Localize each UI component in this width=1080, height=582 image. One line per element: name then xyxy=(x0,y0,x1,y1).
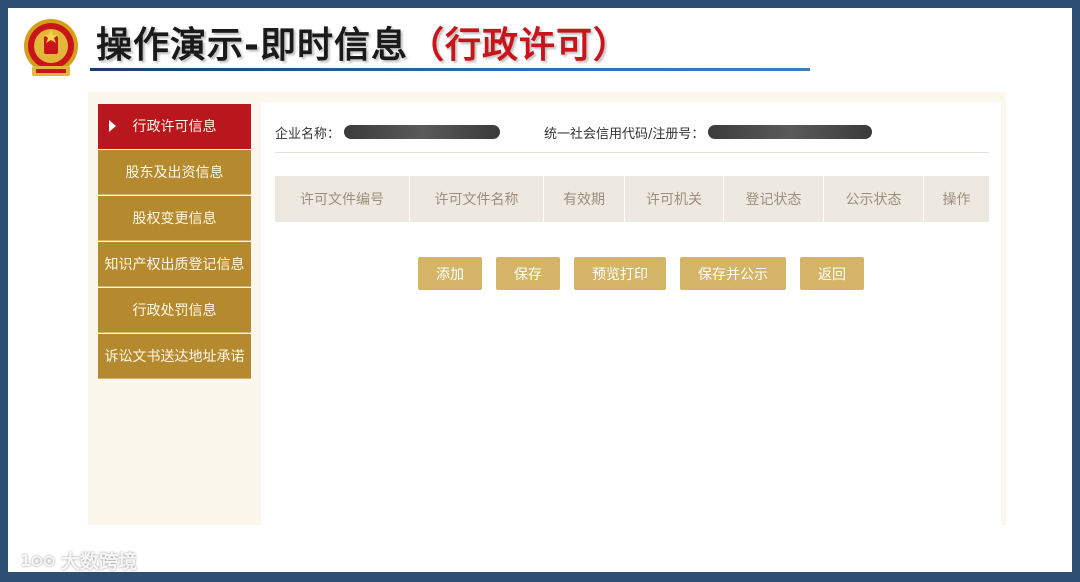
sidebar-item-shareholders[interactable]: 股东及出资信息 xyxy=(98,150,251,195)
column-validity: 有效期 xyxy=(544,176,625,222)
national-emblem-icon xyxy=(24,19,78,76)
save-publish-button[interactable]: 保存并公示 xyxy=(680,257,786,290)
credit-code-label: 统一社会信用代码/注册号： xyxy=(544,126,705,142)
watermark-logo: 1⊙⊙ xyxy=(20,550,56,570)
company-name-redacted xyxy=(344,125,501,139)
slide: 操作演示-即时信息（行政许可） 行政许可信息 股东及出资信息 股权变更信息 知识… xyxy=(8,8,1072,572)
credit-code-redacted xyxy=(708,125,873,139)
company-info-row: 企业名称： 统一社会信用代码/注册号： xyxy=(275,120,995,144)
sidebar-item-equity-change[interactable]: 股权变更信息 xyxy=(98,196,251,241)
column-authority: 许可机关 xyxy=(625,176,724,222)
sidebar-item-administrative-penalty[interactable]: 行政处罚信息 xyxy=(98,288,251,333)
column-publication-status: 公示状态 xyxy=(824,176,924,222)
sidebar-nav: 行政许可信息 股东及出资信息 股权变更信息 知识产权出质登记信息 行政处罚信息 … xyxy=(98,104,251,380)
watermark-text: 大数跨境 xyxy=(60,550,137,573)
column-registration-status: 登记状态 xyxy=(724,176,824,222)
column-operation: 操作 xyxy=(942,192,971,208)
main-panel: 企业名称： 统一社会信用代码/注册号： 许可文件编号 许可文件名称 有效期 许可… xyxy=(261,102,1001,525)
app-frame: 行政许可信息 股东及出资信息 股权变更信息 知识产权出质登记信息 行政处罚信息 … xyxy=(88,92,1006,525)
divider xyxy=(275,152,989,153)
active-arrow-icon xyxy=(109,120,116,132)
company-name-label: 企业名称： xyxy=(275,126,341,142)
sidebar-item-label: 股权变更信息 xyxy=(132,211,217,227)
sidebar-item-label: 诉讼文书送达地址承诺 xyxy=(104,349,245,365)
save-button[interactable]: 保存 xyxy=(496,257,560,290)
slide-title-main: 操作演示-即时信息 xyxy=(96,25,408,66)
action-bar: 添加 保存 预览打印 保存并公示 返回 xyxy=(261,257,1001,291)
preview-print-button[interactable]: 预览打印 xyxy=(574,257,666,290)
column-license-number: 许可文件编号 xyxy=(275,176,410,222)
sidebar-item-litigation-address[interactable]: 诉讼文书送达地址承诺 xyxy=(98,334,251,379)
sidebar-item-ip-pledge[interactable]: 知识产权出质登记信息 xyxy=(98,242,251,287)
sidebar-item-label: 知识产权出质登记信息 xyxy=(104,257,245,273)
back-button[interactable]: 返回 xyxy=(800,257,864,290)
watermark: 1⊙⊙ 大数跨境 xyxy=(20,548,137,573)
slide-title-accent: （行政许可） xyxy=(407,25,630,66)
table-header: 许可文件编号 许可文件名称 有效期 许可机关 登记状态 公示状态 操作 xyxy=(275,176,989,222)
slide-title: 操作演示-即时信息（行政许可） xyxy=(96,18,630,74)
sidebar-item-label: 行政许可信息 xyxy=(132,119,217,135)
sidebar-item-administrative-license[interactable]: 行政许可信息 xyxy=(98,104,251,149)
column-license-name: 许可文件名称 xyxy=(410,176,544,222)
sidebar-item-label: 行政处罚信息 xyxy=(132,303,217,319)
add-button[interactable]: 添加 xyxy=(418,257,482,290)
sidebar-item-label: 股东及出资信息 xyxy=(125,165,224,181)
title-underline xyxy=(90,68,810,71)
